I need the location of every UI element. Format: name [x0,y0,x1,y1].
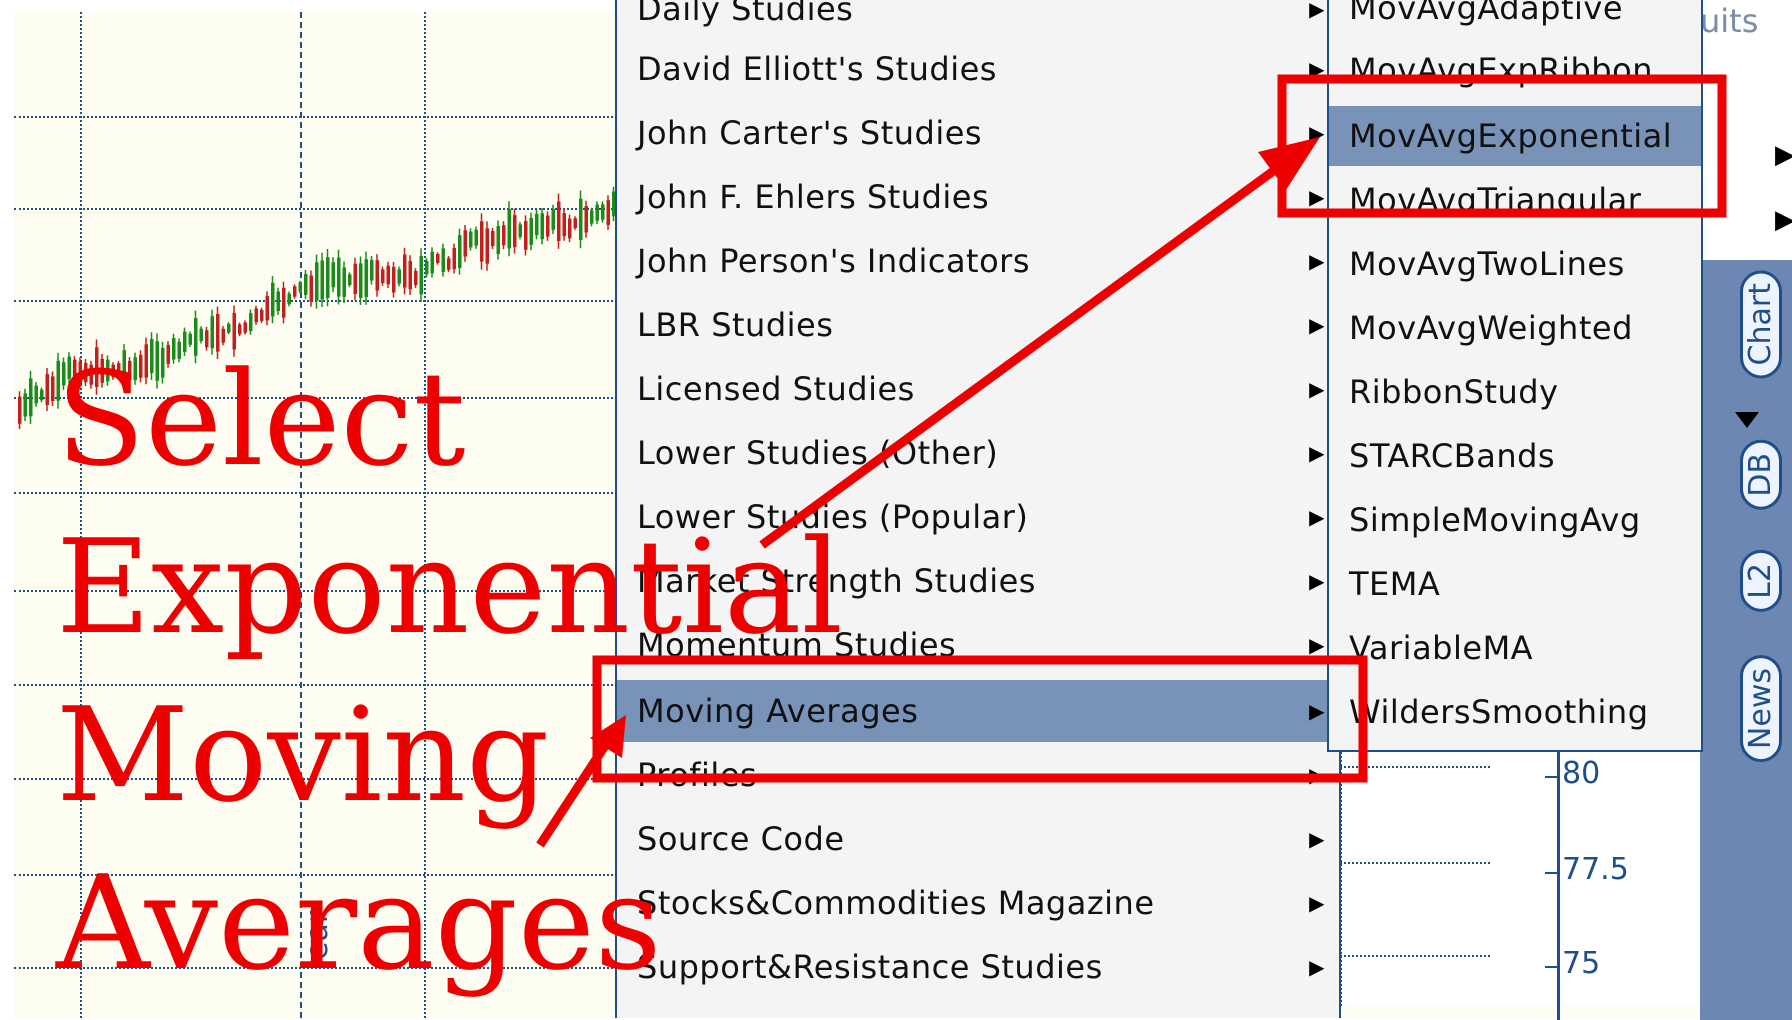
annotation-overlay [536,74,1727,848]
highlight-box-movavgexponential [1277,74,1727,218]
highlight-box-moving-averages [592,655,1368,783]
arrowhead-icon [1258,137,1320,190]
arrow-to-movavgexponential [759,146,1305,549]
arrow-to-moving-averages [536,732,616,848]
